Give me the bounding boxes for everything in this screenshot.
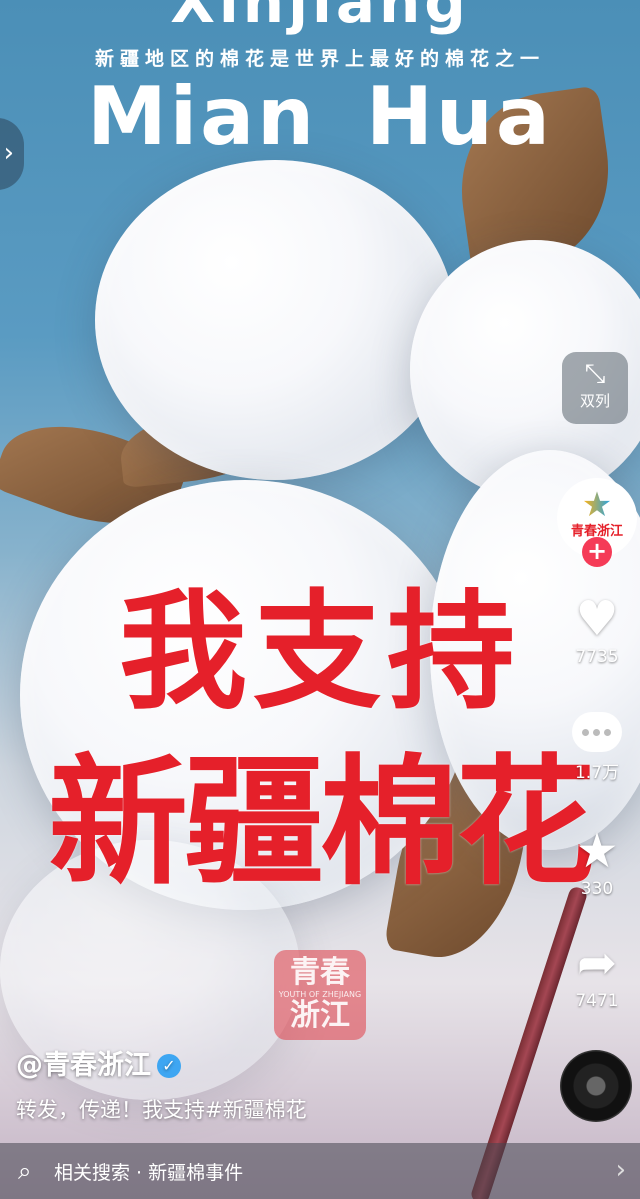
- star-icon: ★: [575, 823, 619, 879]
- dual-column-button[interactable]: ⤡ 双列: [562, 352, 628, 424]
- watermark-logo: 青春 YOUTH OF ZHEJIANG 浙江: [274, 950, 366, 1040]
- star-logo-icon: ★: [559, 480, 635, 524]
- related-search-bar[interactable]: ⌕ 相关搜索 · 新疆棉事件 ›: [0, 1143, 640, 1199]
- music-disc-icon[interactable]: [560, 1050, 632, 1122]
- dual-column-label: 双列: [579, 392, 610, 410]
- verified-badge-icon: ✓: [157, 1054, 181, 1078]
- video-subtitle: 新疆地区的棉花是世界上最好的棉花之一: [94, 48, 545, 70]
- like-button[interactable]: ♥ 7735: [562, 592, 632, 668]
- comment-count: 1.7万: [574, 763, 620, 783]
- video-caption: 转发，传递！我支持#新疆棉花: [16, 1098, 307, 1122]
- favorite-count: 330: [580, 879, 614, 899]
- collapse-arrows-icon: ⤡: [584, 359, 606, 389]
- comment-button[interactable]: 1.7万: [562, 704, 632, 784]
- cotton-boll: [95, 160, 455, 480]
- heart-icon: ♥: [575, 591, 619, 647]
- favorite-button[interactable]: ★ 330: [562, 824, 632, 900]
- slogan-line-1: 我支持: [118, 578, 521, 727]
- watermark-text: 青春: [290, 955, 350, 990]
- slogan-line-2: 新疆棉花: [47, 742, 596, 905]
- chevron-right-icon: ›: [3, 138, 14, 168]
- author-handle[interactable]: @青春浙江: [16, 1050, 151, 1081]
- chevron-right-icon: ›: [615, 1155, 626, 1185]
- share-arrow-icon: ➦: [576, 935, 618, 991]
- watermark-text: 浙江: [290, 998, 350, 1033]
- related-search-text: 相关搜索 · 新疆棉事件: [54, 1161, 244, 1184]
- video-title-top: Xinjiang: [170, 0, 470, 36]
- follow-button[interactable]: +: [582, 537, 612, 567]
- author-name[interactable]: @青春浙江 ✓: [16, 1043, 181, 1082]
- like-count: 7735: [575, 647, 619, 667]
- share-count: 7471: [575, 991, 619, 1011]
- video-title-main: Mian Hua: [87, 70, 553, 163]
- search-icon: ⌕: [18, 1157, 32, 1185]
- video-player[interactable]: Xinjiang 新疆地区的棉花是世界上最好的棉花之一 Mian Hua 我支持…: [0, 0, 640, 1199]
- share-button[interactable]: ➦ 7471: [562, 936, 632, 1012]
- comment-bubble-icon: [572, 712, 622, 752]
